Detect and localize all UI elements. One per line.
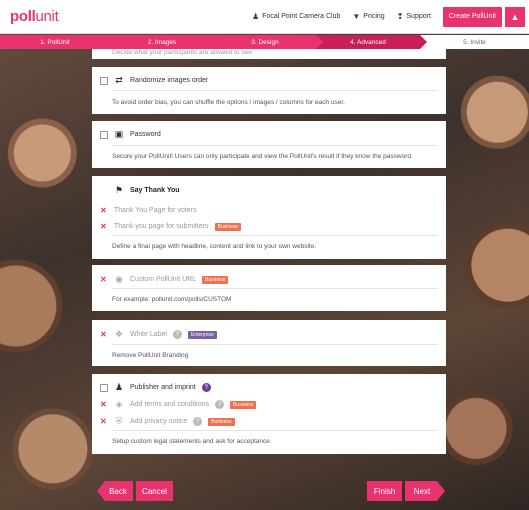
step-pollunit[interactable]: 1. PollUnit (0, 35, 117, 49)
step-invite[interactable]: 5. Invite (420, 35, 529, 49)
thank-you-submitters-label: Thank you page for submitters (114, 223, 209, 230)
custom-url-row: ✕ ◉ Custom PollUnit URL Business (100, 274, 438, 285)
privacy-label: Add privacy notice (130, 418, 188, 425)
terms-label: Add terms and conditions (130, 401, 209, 408)
divider (112, 235, 438, 236)
unavailable-x-icon: ✕ (100, 400, 107, 409)
randomize-title: Randomize images order (130, 77, 209, 84)
divider (112, 344, 438, 345)
partial-option-desc: Decide what your participants are allowe… (112, 49, 254, 56)
white-label-row: ✕ ❖ White Label ? Enterprise (100, 329, 438, 340)
white-label-card: ✕ ❖ White Label ? Enterprise Remove Poll… (92, 320, 446, 366)
notification-bell-icon[interactable]: ▲ (505, 6, 525, 27)
publisher-row: ♟ Publisher and imprint ? (100, 382, 438, 393)
globe-icon: ◉ (115, 274, 123, 284)
step-images[interactable]: 2. Images (110, 35, 221, 49)
step-advanced[interactable]: 4. Advanced (316, 35, 427, 49)
help-icon[interactable]: ? (193, 417, 203, 426)
help-icon[interactable]: ? (215, 400, 224, 409)
business-badge[interactable]: Business (208, 417, 235, 426)
pricing-link[interactable]: ▼ Pricing (352, 12, 384, 21)
publisher-desc: Setup custom legal statements and ask fo… (112, 438, 270, 445)
password-card: ▣ Password Secure your PollUnit! Users c… (92, 121, 446, 168)
thank-you-desc: Define a final page with headline, conte… (112, 243, 317, 250)
pollunit-logo[interactable]: pollunit (10, 8, 59, 25)
thank-you-submitters-row: ✕ Thank you page for submitters Business (100, 222, 438, 231)
create-pollunit-button[interactable]: Create PollUnit (442, 6, 502, 27)
logo-bold: poll (10, 8, 36, 25)
user-tie-icon: ♟ (114, 382, 124, 392)
terms-row: ✕ ◈ Add terms and conditions ? Business (100, 399, 438, 410)
thank-you-row: ⚑ Say Thank You (100, 185, 438, 196)
handshake-icon: ◈ (115, 399, 123, 409)
help-icon[interactable]: ? (201, 383, 211, 392)
unavailable-x-icon: ✕ (100, 417, 107, 426)
shuffle-icon: ⇄ (115, 75, 123, 85)
randomize-desc: To avoid order bias, you can shuffle the… (112, 99, 345, 106)
unavailable-x-icon: ✕ (100, 275, 107, 284)
enterprise-badge[interactable]: Enterprise (187, 330, 217, 339)
password-desc: Secure your PollUnit! Users can only par… (112, 153, 413, 160)
privacy-row: ✕ ⛨ Add privacy notice ? Business (100, 416, 438, 427)
step-design[interactable]: 3. Design (214, 35, 323, 49)
thank-you-title: Say Thank You (130, 187, 180, 194)
help-icon[interactable]: ? (172, 330, 182, 339)
publisher-card: ♟ Publisher and imprint ? ✕ ◈ Add terms … (92, 374, 446, 454)
custom-url-card: ✕ ◉ Custom PollUnit URL Business For exa… (92, 265, 446, 311)
divider (112, 145, 438, 146)
thank-you-card: ⚑ Say Thank You ✕ Thank You Page for vot… (92, 176, 446, 259)
cancel-button[interactable]: Cancel (136, 481, 173, 501)
randomize-checkbox[interactable] (100, 76, 108, 85)
wizard-steps: 1. PollUnit 2. Images 3. Design 4. Advan… (0, 35, 529, 49)
custom-url-desc: For example: pollunit.com/polls/CUSTOM (112, 296, 232, 303)
org-name: Focal Point Camera Club (262, 13, 341, 20)
unavailable-x-icon: ✕ (100, 222, 107, 231)
org-menu[interactable]: ♟ Focal Point Camera Club (252, 12, 340, 21)
top-navigation-bar: pollunit ♟ Focal Point Camera Club ▼ Pri… (0, 0, 529, 34)
shield-icon: ⛨ (115, 416, 123, 426)
pricing-label: Pricing (363, 13, 385, 20)
unavailable-x-icon: ✕ (100, 206, 107, 215)
user-icon: ♟ (251, 12, 260, 21)
support-link[interactable]: ❢ Support (397, 12, 431, 21)
logo-light: unit (35, 8, 59, 25)
tag-icon: ❖ (114, 329, 124, 339)
password-checkbox[interactable] (100, 130, 108, 139)
white-label-title: White Label (130, 331, 167, 338)
unavailable-x-icon: ✕ (100, 330, 107, 339)
advanced-options-panel: Decide what your participants are allowe… (92, 49, 446, 454)
lock-icon: ▣ (114, 129, 124, 139)
business-badge[interactable]: Business (230, 400, 257, 409)
publisher-checkbox[interactable] (100, 383, 108, 392)
white-label-desc: Remove PollUnit Branding (112, 352, 189, 359)
business-badge[interactable]: Business (214, 222, 241, 231)
divider (112, 430, 438, 431)
publisher-title: Publisher and imprint (130, 384, 196, 391)
divider (112, 90, 438, 91)
support-label: Support (406, 13, 431, 20)
randomize-card: ⇄ Randomize images order To avoid order … (92, 67, 446, 114)
randomize-row: ⇄ Randomize images order (100, 75, 438, 86)
next-button[interactable]: Next (405, 481, 445, 501)
flag-icon: ⚑ (114, 185, 124, 195)
thank-you-voters-row: ✕ Thank You Page for voters (100, 206, 438, 215)
thank-you-voters-label: Thank You Page for voters (114, 207, 197, 214)
finish-button[interactable]: Finish (367, 481, 402, 501)
back-button[interactable]: Back (97, 481, 133, 501)
lifebuoy-icon: ❢ (396, 12, 404, 21)
password-row: ▣ Password (100, 129, 438, 140)
partial-option-card: Decide what your participants are allowe… (92, 49, 446, 59)
password-title: Password (130, 131, 161, 138)
divider (112, 288, 438, 289)
business-badge[interactable]: Business (202, 275, 229, 284)
tag-icon: ▼ (352, 12, 361, 21)
custom-url-title: Custom PollUnit URL (130, 276, 197, 283)
header-nav: ♟ Focal Point Camera Club ▼ Pricing ❢ Su… (252, 6, 502, 27)
